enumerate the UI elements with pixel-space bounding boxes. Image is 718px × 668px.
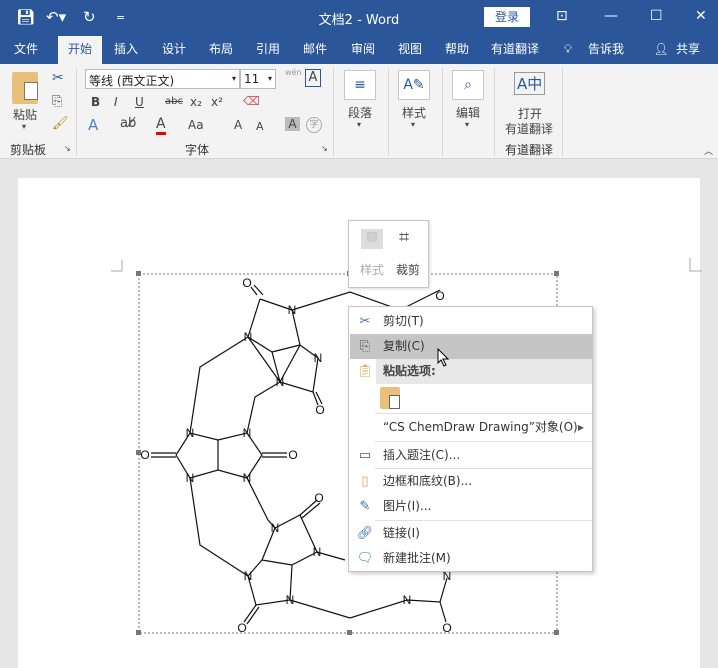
svg-text:O: O (140, 448, 149, 462)
menu-label: 链接(I) (383, 526, 420, 540)
menu-label: 边框和底纹(B)... (383, 474, 473, 488)
submenu-arrow-icon: ▶ (577, 423, 584, 432)
menu-item-copy[interactable]: ⎘ 复制(C) (350, 334, 592, 359)
svg-text:O: O (237, 621, 246, 635)
svg-text:N: N (288, 303, 297, 317)
menu-label: 插入题注(C)... (383, 448, 461, 462)
comment-icon: 🗨︎ (356, 551, 374, 566)
picture-icon: ✎ (359, 499, 371, 514)
style-button[interactable]: 样式 (360, 261, 384, 278)
menu-label: 复制(C) (383, 339, 425, 353)
menu-label: 图片(I)... (383, 499, 432, 513)
menu-item-picture[interactable]: ✎ 图片(I)... (350, 494, 592, 519)
menu-label: “CS ChemDraw Drawing”对象(O) (383, 420, 578, 434)
svg-text:N: N (286, 593, 295, 607)
menu-item-chemdraw-object[interactable]: “CS ChemDraw Drawing”对象(O) ▶ (350, 415, 592, 440)
svg-text:N: N (271, 521, 280, 535)
svg-text:N: N (276, 375, 285, 389)
picture-style-icon[interactable]: ▨ (361, 229, 383, 249)
paste-options-header: 📋︎ 粘贴选项: (350, 359, 592, 384)
scissors-icon: ✂ (359, 314, 371, 329)
svg-text:O: O (315, 403, 324, 417)
svg-text:O: O (442, 621, 451, 635)
svg-text:O: O (435, 289, 444, 303)
svg-text:O: O (314, 491, 323, 505)
border-icon: ▯ (361, 474, 369, 489)
mouse-cursor-icon (437, 348, 450, 367)
menu-item-new-comment[interactable]: 🗨︎ 新建批注(M) (350, 546, 592, 571)
svg-text:O: O (242, 276, 251, 290)
link-icon: 🔗︎ (356, 526, 374, 541)
svg-text:N: N (243, 426, 252, 440)
copy-icon: ⎘ (359, 339, 371, 354)
menu-label: 粘贴选项: (383, 364, 436, 378)
mini-toolbar: ▨ ⌗ 样式 裁剪 (348, 220, 429, 288)
menu-item-link[interactable]: 🔗︎ 链接(I) (350, 521, 592, 546)
svg-text:N: N (244, 569, 253, 583)
caption-icon: ▭ (358, 448, 372, 463)
svg-text:N: N (243, 471, 252, 485)
menu-item-borders-shading[interactable]: ▯ 边框和底纹(B)... (350, 469, 592, 494)
svg-text:N: N (403, 593, 412, 607)
svg-text:N: N (186, 471, 195, 485)
svg-text:N: N (244, 330, 253, 344)
svg-text:N: N (314, 351, 323, 365)
menu-label: 剪切(T) (383, 314, 424, 328)
crop-button[interactable]: 裁剪 (396, 261, 420, 278)
paste-keep-source-icon[interactable] (380, 387, 400, 409)
svg-text:N: N (186, 426, 195, 440)
svg-text:N: N (313, 545, 322, 559)
crop-icon[interactable]: ⌗ (399, 227, 409, 248)
menu-item-insert-caption[interactable]: ▭ 插入题注(C)... (350, 443, 592, 468)
paste-icon: 📋︎ (356, 364, 374, 379)
menu-label: 新建批注(M) (383, 551, 451, 565)
svg-text:O: O (288, 448, 297, 462)
menu-item-cut[interactable]: ✂ 剪切(T) (350, 309, 592, 334)
context-menu: ✂ 剪切(T) ⎘ 复制(C) 📋︎ 粘贴选项: “CS ChemDraw Drawi… (348, 306, 593, 572)
